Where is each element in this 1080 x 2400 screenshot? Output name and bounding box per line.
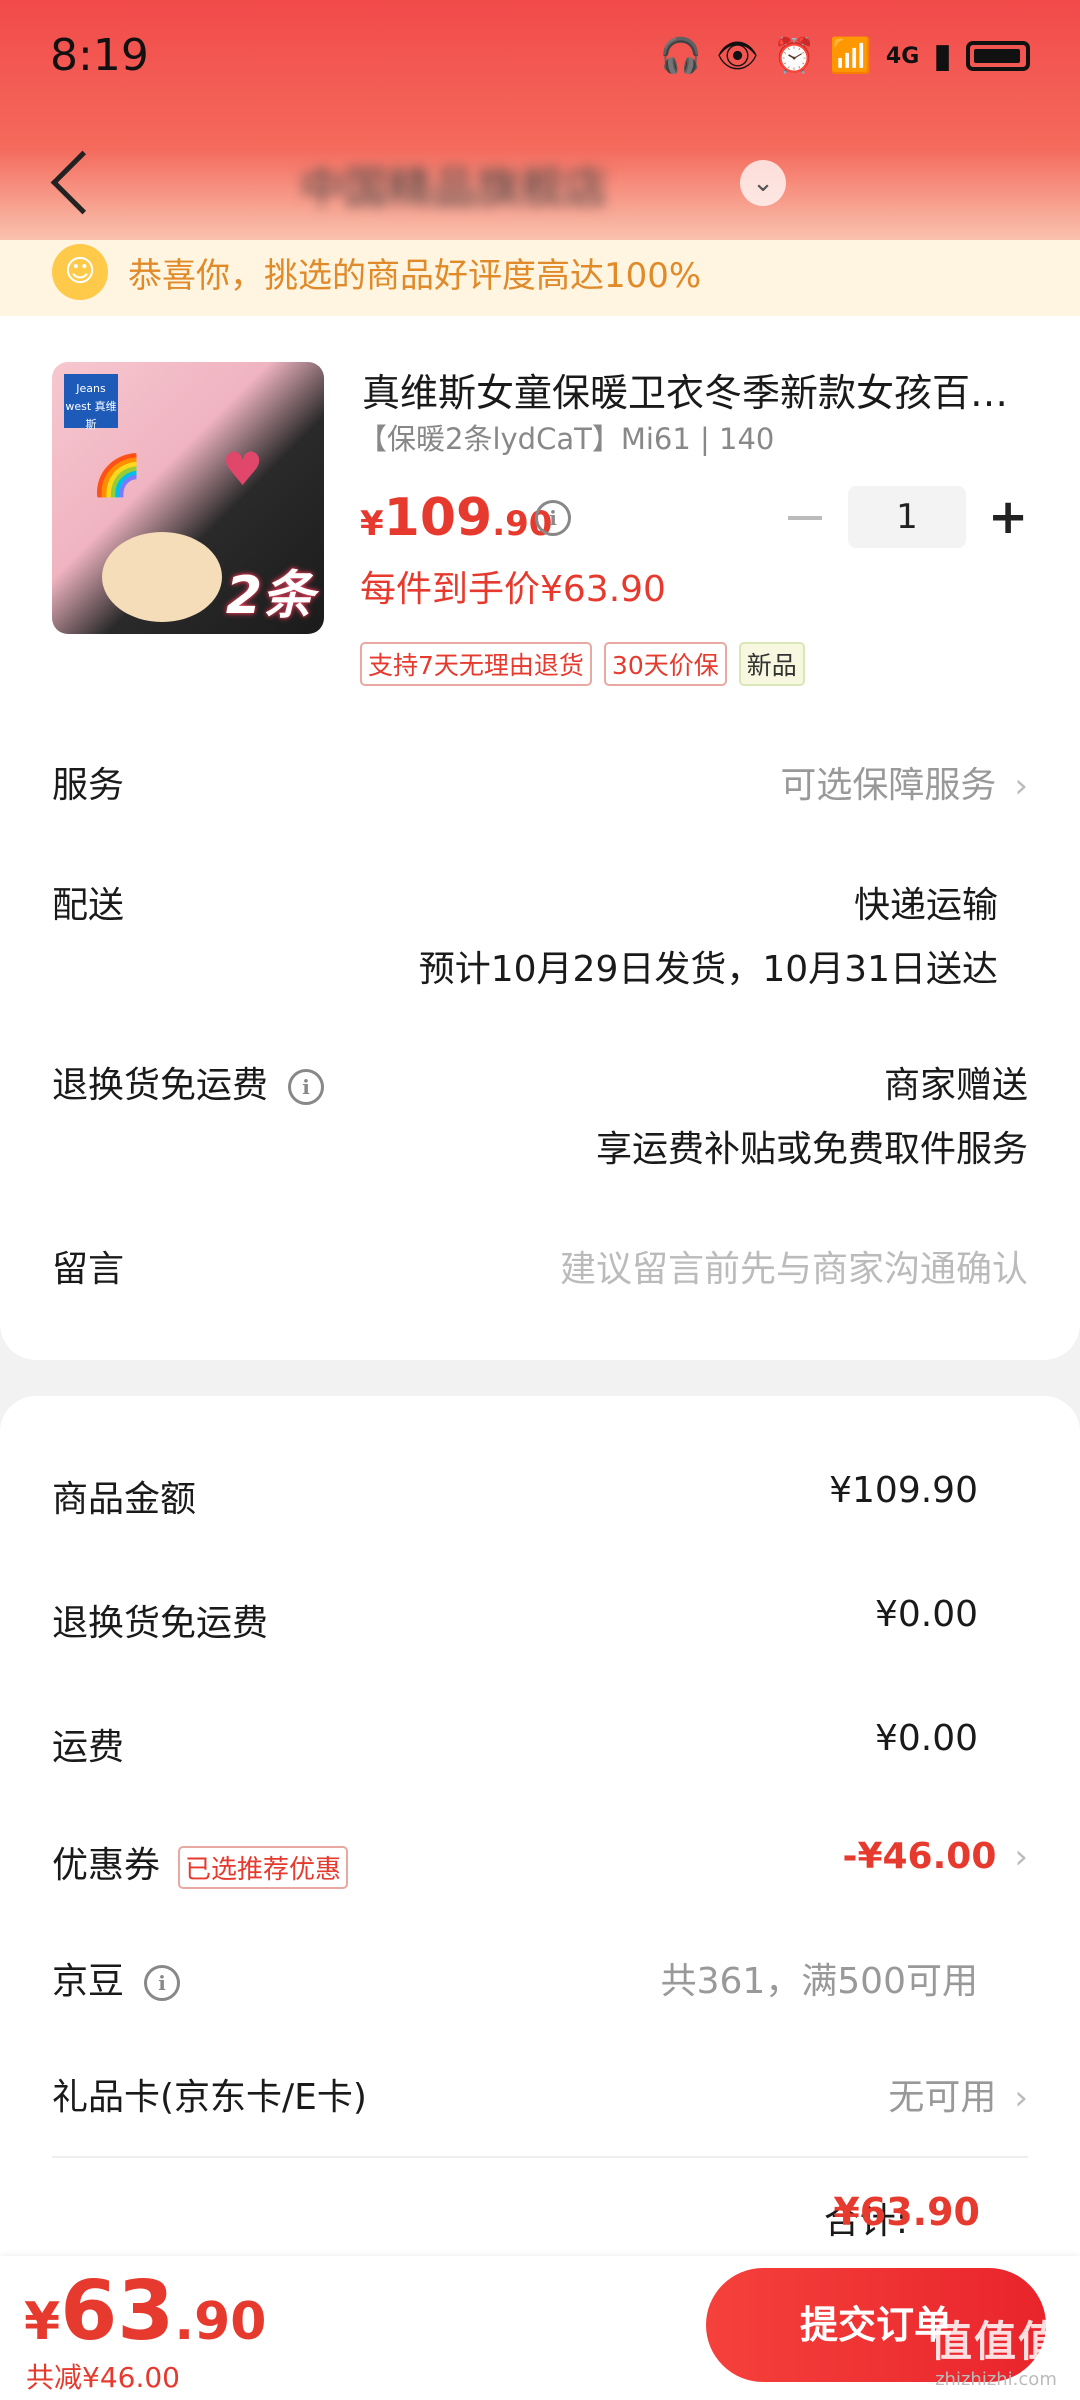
return-shipping-row[interactable]: 退换货免运费 i 商家赠送 享运费补贴或免费取件服务 — [52, 1056, 1028, 1170]
tag-price-protect: 30天价保 — [603, 642, 727, 686]
chevron-down-icon[interactable]: ⌄ — [740, 160, 786, 206]
tag-return: 支持7天无理由退货 — [360, 642, 592, 686]
jingdou-label: 京豆 — [52, 1961, 125, 2002]
price-info-icon[interactable]: i — [535, 500, 571, 536]
shipping-label: 运费 — [52, 1727, 125, 1768]
status-bar: 8:19 🎧 👁 ⏰ 📶 4G ▮ — [0, 0, 1080, 110]
product-title[interactable]: 真维斯女童保暖卫衣冬季新款女孩百… — [362, 362, 1032, 417]
nav-bar: 中国精品旗舰店 ⌄ — [0, 130, 1080, 240]
product-spec[interactable]: 【保暖2条lydCaT】Mi61 | 140 — [358, 416, 774, 458]
heart-icon: ♥ — [222, 442, 264, 496]
total-value: ¥63.90 — [833, 2190, 980, 2234]
signal-icon: ▮ — [933, 36, 952, 76]
shop-name[interactable]: 中国精品旗舰店 — [300, 152, 608, 216]
delivery-method: 快递运输 — [853, 885, 998, 926]
wifi-icon: 📶 — [829, 36, 872, 76]
praise-banner: ☺ 恭喜你，挑选的商品好评度高达100% — [0, 240, 1080, 316]
message-label: 留言 — [52, 1249, 125, 1290]
order-card: Jeans west 真维斯 🌈 ♥ 2条 真维斯女童保暖卫衣冬季新款女孩百… … — [0, 316, 1080, 1360]
return-shipping-subsidy: 享运费补贴或免费取件服务 — [595, 1129, 1028, 1170]
quantity-minus-button[interactable] — [788, 516, 822, 520]
goods-amount-label: 商品金额 — [52, 1479, 197, 1520]
bottom-price-currency: ¥ — [24, 2292, 61, 2352]
return-fee-label: 退换货免运费 — [52, 1603, 269, 1644]
return-fee-value: ¥0.00 — [874, 1594, 978, 1635]
return-shipping-label: 退换货免运费 — [52, 1065, 269, 1106]
product-tags: 支持7天无理由退货 30天价保 新品 — [360, 642, 805, 686]
eye-icon: 👁 — [716, 36, 760, 76]
shipping-value: ¥0.00 — [874, 1718, 978, 1759]
watermark-main: 值值值 — [929, 2317, 1062, 2366]
battery-icon — [966, 41, 1030, 71]
chevron-right-icon: › — [1014, 766, 1028, 806]
alarm-icon: ⏰ — [773, 36, 816, 76]
coupon-label: 优惠券 — [52, 1845, 161, 1886]
service-label: 服务 — [52, 765, 125, 806]
chevron-right-icon: › — [1014, 1837, 1028, 1877]
status-icons: 🎧 👁 ⏰ 📶 4G ▮ — [660, 36, 1030, 76]
saved-amount: 共减¥46.00 — [26, 2361, 180, 2394]
message-input[interactable]: 建议留言前先与商家沟通确认 — [560, 1240, 1028, 1292]
headphones-icon: 🎧 — [659, 36, 703, 76]
network-label: 4G — [885, 43, 920, 69]
jingdou-info-icon[interactable]: i — [144, 1965, 181, 2001]
price-summary-card: 商品金额 ¥109.90 退换货免运费 ¥0.00 运费 ¥0.00 优惠券 已选… — [0, 1396, 1080, 2256]
service-value: 可选保障服务 — [780, 765, 997, 806]
giftcard-value: 无可用 — [888, 2077, 997, 2118]
delivery-eta: 预计10月29日发货，10月31日送达 — [418, 949, 998, 990]
delivery-label: 配送 — [52, 885, 125, 926]
price-int: 109 — [383, 488, 493, 548]
product-price: ¥109.90 — [360, 488, 552, 548]
coupon-value: -¥46.00 — [842, 1836, 997, 1877]
tag-new: 新品 — [738, 642, 805, 686]
return-shipping-value: 商家赠送 — [883, 1065, 1028, 1106]
quantity-plus-button[interactable]: + — [988, 486, 1028, 548]
status-time: 8:19 — [50, 30, 149, 81]
bottom-price-int: 63 — [60, 2264, 175, 2359]
message-row[interactable]: 留言 建议留言前先与商家沟通确认 — [52, 1240, 1028, 1300]
back-icon[interactable] — [50, 150, 115, 215]
coupon-badge: 已选推荐优惠 — [178, 1845, 349, 1889]
bottom-price-dec: .90 — [174, 2292, 267, 2352]
fleece-lining — [102, 532, 222, 622]
image-count-label: 2条 — [225, 566, 314, 626]
bottom-bar: ¥63.90 共减¥46.00 提交订单 值值值 zhizhizhi.com — [0, 2256, 1080, 2400]
brand-logo: Jeans west 真维斯 — [64, 374, 118, 431]
delivery-row[interactable]: 配送 快递运输 预计10月29日发货，10月31日送达 — [52, 876, 1028, 990]
bottom-price: ¥63.90 — [24, 2264, 266, 2359]
giftcard-label: 礼品卡(京东卡/E卡) — [52, 2077, 367, 2118]
price-currency: ¥ — [360, 504, 384, 544]
jingdou-value: 共361，满500可用 — [660, 1961, 978, 2002]
product-image[interactable]: Jeans west 真维斯 🌈 ♥ 2条 — [52, 362, 324, 634]
quantity-input[interactable]: 1 — [848, 486, 966, 548]
goods-amount-value: ¥109.90 — [829, 1470, 978, 1511]
each-price: 每件到手价¥63.90 — [360, 569, 666, 610]
watermark-sub: zhizhizhi.com — [935, 2369, 1057, 2390]
rainbow-icon: 🌈 — [92, 453, 142, 499]
praise-text: 恭喜你，挑选的商品好评度高达100% — [128, 256, 702, 296]
chevron-right-icon: › — [1014, 2078, 1028, 2118]
watermark: 值值值 zhizhizhi.com — [930, 2308, 1062, 2390]
return-info-icon[interactable]: i — [288, 1069, 325, 1105]
smile-icon: ☺ — [52, 244, 108, 300]
summary-divider — [52, 2156, 1028, 2158]
service-row[interactable]: 服务 可选保障服务 › — [52, 756, 1028, 816]
